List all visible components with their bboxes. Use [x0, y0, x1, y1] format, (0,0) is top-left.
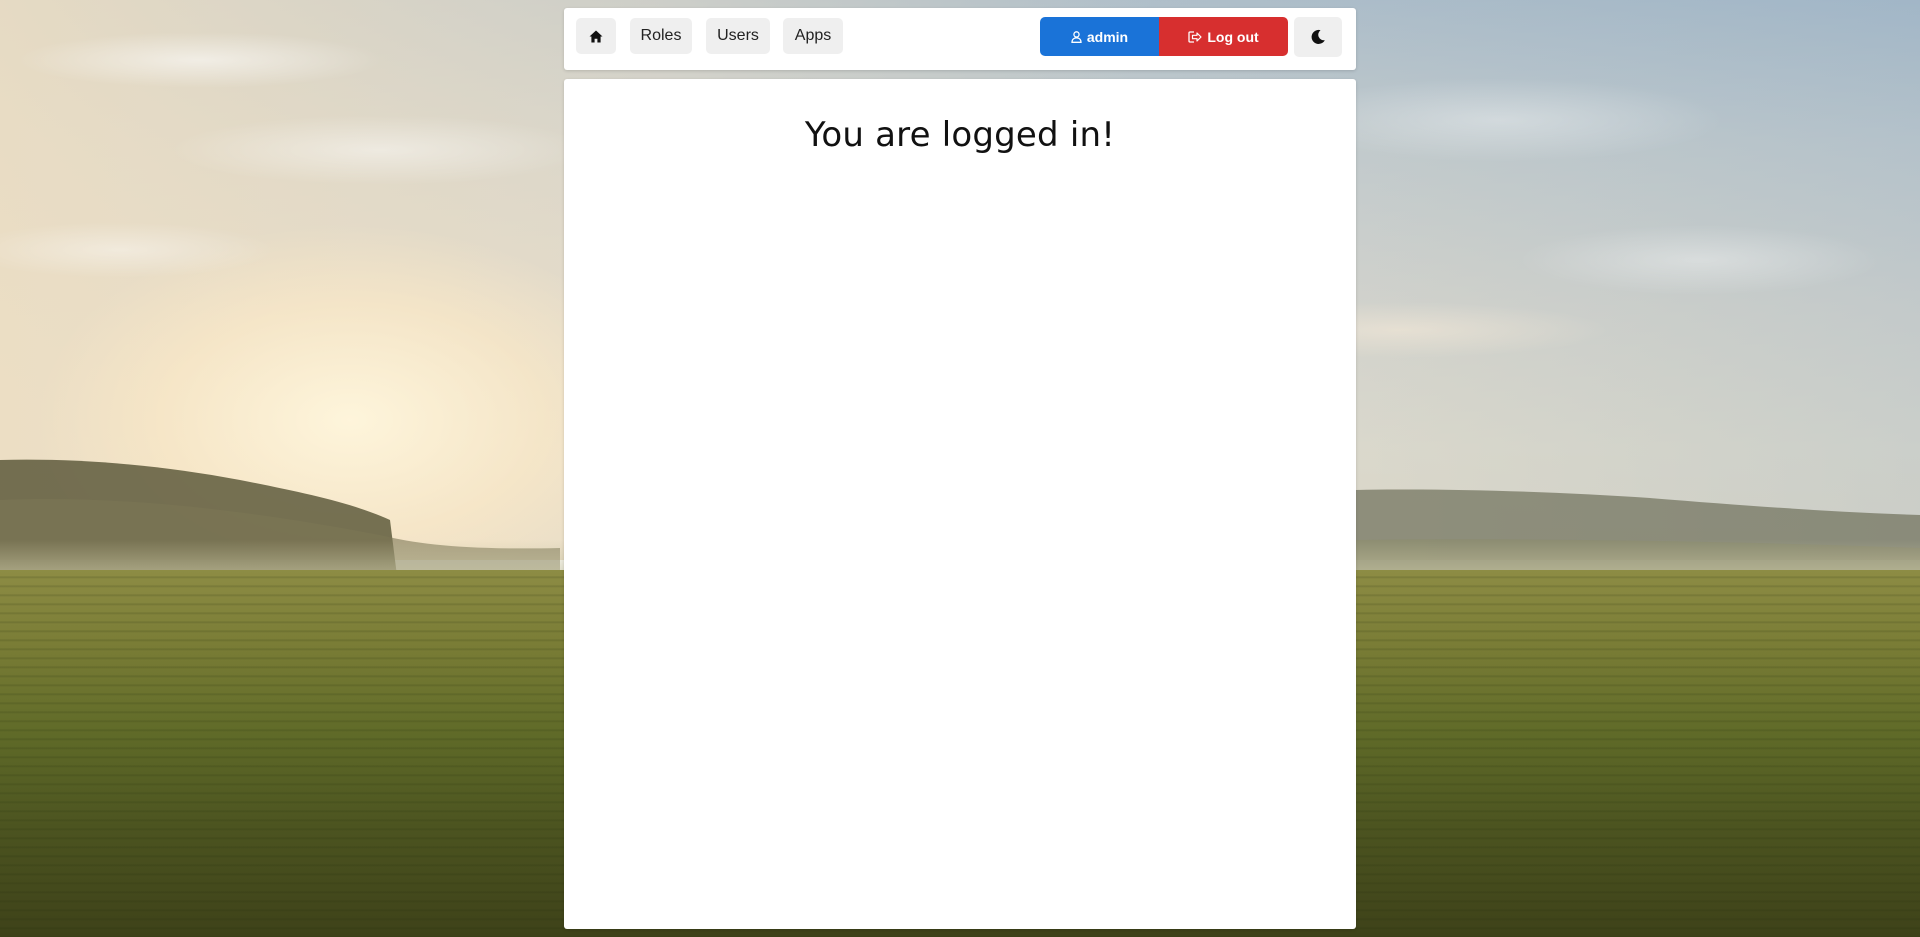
logout-label: Log out [1207, 28, 1259, 45]
top-navbar: Roles Users Apps admin Log out [564, 8, 1356, 70]
roles-button[interactable]: Roles [630, 18, 692, 54]
main-panel: You are logged in! [564, 79, 1356, 929]
user-account-button[interactable]: admin [1040, 17, 1159, 56]
user-account-label: admin [1086, 28, 1129, 45]
house-icon [589, 30, 603, 43]
apps-button[interactable]: Apps [783, 18, 843, 54]
logout-button[interactable]: Log out [1159, 17, 1288, 56]
user-icon [1071, 30, 1082, 43]
logout-icon [1188, 30, 1202, 43]
theme-toggle-button[interactable] [1294, 17, 1342, 57]
moon-icon [1310, 29, 1326, 45]
page-title: You are logged in! [804, 115, 1116, 155]
home-button[interactable] [576, 18, 616, 54]
users-button[interactable]: Users [706, 18, 770, 54]
